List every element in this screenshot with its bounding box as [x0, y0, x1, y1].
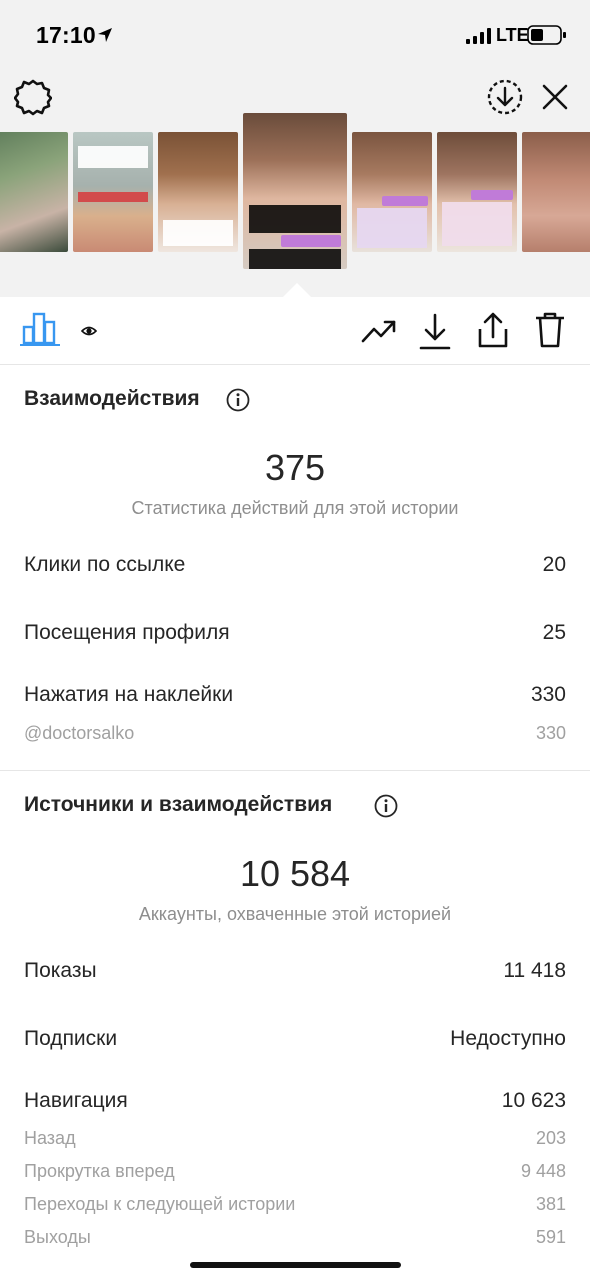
profile-visits-value: 25 [542, 621, 566, 644]
interactions-title: Взаимодействия [24, 387, 200, 410]
insights-panel: Взаимодействия 375 Статистика действий д… [0, 297, 590, 1280]
network-type: LTE [496, 25, 529, 45]
section-divider [0, 770, 590, 771]
mention-value: 330 [535, 723, 566, 743]
exits-value: 591 [535, 1227, 566, 1247]
navigation-label: Навигация [24, 1089, 128, 1112]
mention-label[interactable]: @doctorsalko [24, 723, 134, 744]
insights-toolbar [0, 297, 590, 365]
impressions-label: Показы [24, 959, 97, 982]
back-value: 203 [535, 1128, 566, 1148]
story-thumbnail-selected[interactable] [243, 113, 347, 269]
share-icon[interactable] [477, 311, 509, 349]
info-icon[interactable] [226, 388, 250, 412]
status-time: 17:10 [36, 22, 96, 48]
settings-gear-icon[interactable] [14, 78, 52, 116]
exits-label: Выходы [24, 1227, 91, 1247]
story-thumbnails [0, 113, 590, 273]
bar-chart-icon[interactable] [22, 311, 58, 345]
battery-icon [527, 25, 566, 45]
trash-icon[interactable] [534, 311, 566, 349]
trending-icon[interactable] [361, 317, 397, 345]
story-thumbnail[interactable] [352, 132, 432, 252]
selected-story-pointer [283, 283, 311, 297]
story-thumbnail[interactable] [437, 132, 517, 252]
home-indicator [190, 1262, 401, 1268]
sticker-taps-value: 330 [530, 683, 566, 706]
info-icon[interactable] [374, 794, 398, 818]
navigation-value: 10 623 [501, 1089, 566, 1112]
eye-icon[interactable] [81, 325, 97, 337]
back-label: Назад [24, 1128, 76, 1148]
follows-label: Подписки [24, 1027, 118, 1050]
story-thumbnail[interactable] [158, 132, 238, 252]
discovery-title: Источники и взаимодействия [24, 793, 333, 816]
reach-caption: Аккаунты, охваченные этой историей [138, 904, 452, 924]
download-circle-icon[interactable] [486, 78, 524, 116]
interactions-total: 375 [264, 447, 326, 488]
profile-visits-label: Посещения профиля [24, 621, 230, 644]
location-arrow-icon [98, 28, 112, 42]
impressions-value: 11 418 [503, 959, 566, 982]
follows-value: Недоступно [450, 1027, 566, 1050]
link-clicks-label: Клики по ссылке [24, 553, 186, 576]
story-thumbnail[interactable] [522, 132, 590, 252]
next-story-value: 381 [535, 1194, 566, 1214]
story-preview-area: 17:10 LTE [0, 0, 590, 297]
story-thumbnail[interactable] [0, 132, 68, 252]
sticker-taps-label: Нажатия на наклейки [24, 683, 234, 706]
interactions-caption: Статистика действий для этой истории [131, 498, 459, 518]
active-tab-indicator [20, 344, 60, 346]
forward-value: 9 448 [520, 1161, 566, 1181]
next-story-label: Переходы к следующей истории [24, 1194, 296, 1214]
close-icon[interactable] [540, 82, 570, 112]
cellular-signal-icon [466, 28, 491, 44]
story-thumbnail[interactable] [73, 132, 153, 252]
forward-label: Прокрутка вперед [24, 1161, 175, 1181]
status-bar: 17:10 LTE [0, 0, 590, 70]
download-icon[interactable] [419, 313, 451, 351]
reach-total: 10 584 [239, 853, 351, 894]
link-clicks-value: 20 [542, 553, 566, 576]
